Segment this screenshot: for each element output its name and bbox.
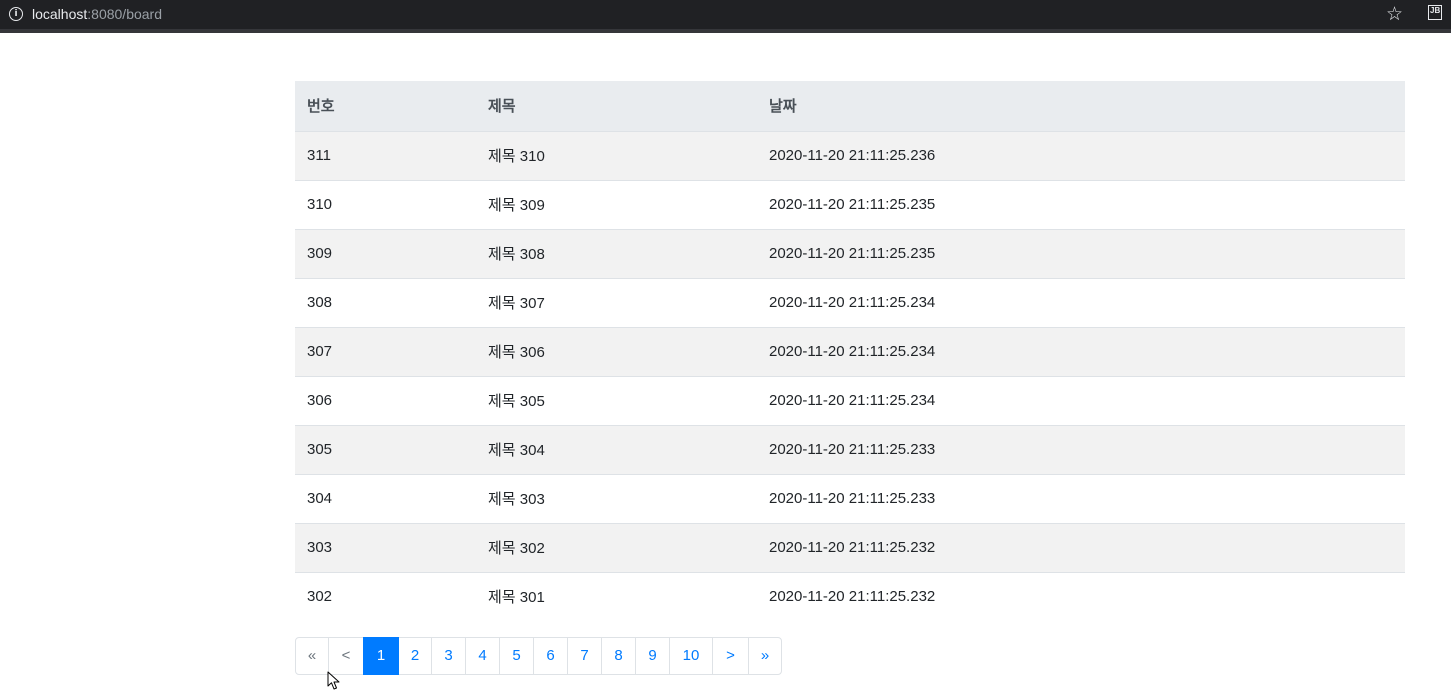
extension-icon[interactable]: JB bbox=[1428, 5, 1442, 20]
row-date: 2020-11-20 21:11:25.233 bbox=[757, 473, 1405, 523]
row-title[interactable]: 제목 306 bbox=[476, 326, 757, 376]
row-title[interactable]: 제목 309 bbox=[476, 179, 757, 229]
page-button-10[interactable]: 10 bbox=[669, 637, 713, 675]
row-title[interactable]: 제목 308 bbox=[476, 228, 757, 278]
row-number: 307 bbox=[295, 326, 476, 376]
next-page-button[interactable]: > bbox=[712, 637, 749, 675]
page-button-9[interactable]: 9 bbox=[635, 637, 670, 675]
page-button-8[interactable]: 8 bbox=[601, 637, 636, 675]
table-row[interactable]: 305 제목 304 2020-11-20 21:11:25.233 bbox=[295, 424, 1405, 474]
row-number: 303 bbox=[295, 522, 476, 572]
table-row[interactable]: 309 제목 308 2020-11-20 21:11:25.235 bbox=[295, 228, 1405, 278]
page-button-7[interactable]: 7 bbox=[567, 637, 602, 675]
row-title[interactable]: 제목 310 bbox=[476, 130, 757, 180]
row-date: 2020-11-20 21:11:25.234 bbox=[757, 375, 1405, 425]
star-icon[interactable]: ☆ bbox=[1386, 3, 1403, 25]
url-field[interactable]: localhost:8080/board bbox=[32, 5, 162, 23]
row-title[interactable]: 제목 305 bbox=[476, 375, 757, 425]
header-date: 날짜 bbox=[757, 81, 1405, 131]
row-date: 2020-11-20 21:11:25.235 bbox=[757, 228, 1405, 278]
table-row[interactable]: 310 제목 309 2020-11-20 21:11:25.235 bbox=[295, 179, 1405, 229]
header-number: 번호 bbox=[295, 81, 476, 131]
row-number: 309 bbox=[295, 228, 476, 278]
row-title[interactable]: 제목 303 bbox=[476, 473, 757, 523]
table-row[interactable]: 311 제목 310 2020-11-20 21:11:25.236 bbox=[295, 130, 1405, 180]
row-number: 310 bbox=[295, 179, 476, 229]
page-button-1[interactable]: 1 bbox=[363, 637, 399, 675]
row-title[interactable]: 제목 302 bbox=[476, 522, 757, 572]
table-row[interactable]: 307 제목 306 2020-11-20 21:11:25.234 bbox=[295, 326, 1405, 376]
row-title[interactable]: 제목 307 bbox=[476, 277, 757, 327]
row-title[interactable]: 제목 301 bbox=[476, 571, 757, 621]
row-number: 311 bbox=[295, 130, 476, 180]
prev-page-button[interactable]: < bbox=[328, 637, 364, 675]
pagination: « < 1 2 3 4 5 6 7 8 9 10 > » bbox=[295, 637, 782, 675]
url-host: localhost bbox=[32, 6, 88, 22]
table-row[interactable]: 308 제목 307 2020-11-20 21:11:25.234 bbox=[295, 277, 1405, 327]
row-number: 306 bbox=[295, 375, 476, 425]
mouse-cursor-icon bbox=[327, 671, 340, 690]
table-row[interactable]: 304 제목 303 2020-11-20 21:11:25.233 bbox=[295, 473, 1405, 523]
table-row[interactable]: 302 제목 301 2020-11-20 21:11:25.232 bbox=[295, 571, 1405, 621]
page-button-5[interactable]: 5 bbox=[499, 637, 534, 675]
board-table: 번호 제목 날짜 311 제목 310 2020-11-20 21:11:25.… bbox=[295, 81, 1405, 621]
header-title: 제목 bbox=[476, 81, 757, 131]
table-row[interactable]: 306 제목 305 2020-11-20 21:11:25.234 bbox=[295, 375, 1405, 425]
row-date: 2020-11-20 21:11:25.234 bbox=[757, 326, 1405, 376]
row-number: 302 bbox=[295, 571, 476, 621]
row-date: 2020-11-20 21:11:25.235 bbox=[757, 179, 1405, 229]
page-button-4[interactable]: 4 bbox=[465, 637, 500, 675]
first-page-button[interactable]: « bbox=[295, 637, 329, 675]
page-button-6[interactable]: 6 bbox=[533, 637, 568, 675]
table-row[interactable]: 303 제목 302 2020-11-20 21:11:25.232 bbox=[295, 522, 1405, 572]
row-title[interactable]: 제목 304 bbox=[476, 424, 757, 474]
info-icon[interactable]: i bbox=[9, 7, 23, 21]
last-page-button[interactable]: » bbox=[748, 637, 782, 675]
table-header-row: 번호 제목 날짜 bbox=[295, 81, 1405, 131]
page-button-3[interactable]: 3 bbox=[431, 637, 466, 675]
row-date: 2020-11-20 21:11:25.234 bbox=[757, 277, 1405, 327]
page-button-2[interactable]: 2 bbox=[398, 637, 432, 675]
url-path: :8080/board bbox=[87, 6, 162, 22]
browser-address-bar: i localhost:8080/board ☆ JB bbox=[0, 0, 1451, 33]
row-date: 2020-11-20 21:11:25.233 bbox=[757, 424, 1405, 474]
row-number: 308 bbox=[295, 277, 476, 327]
row-date: 2020-11-20 21:11:25.232 bbox=[757, 571, 1405, 621]
row-date: 2020-11-20 21:11:25.236 bbox=[757, 130, 1405, 180]
row-number: 305 bbox=[295, 424, 476, 474]
row-number: 304 bbox=[295, 473, 476, 523]
row-date: 2020-11-20 21:11:25.232 bbox=[757, 522, 1405, 572]
